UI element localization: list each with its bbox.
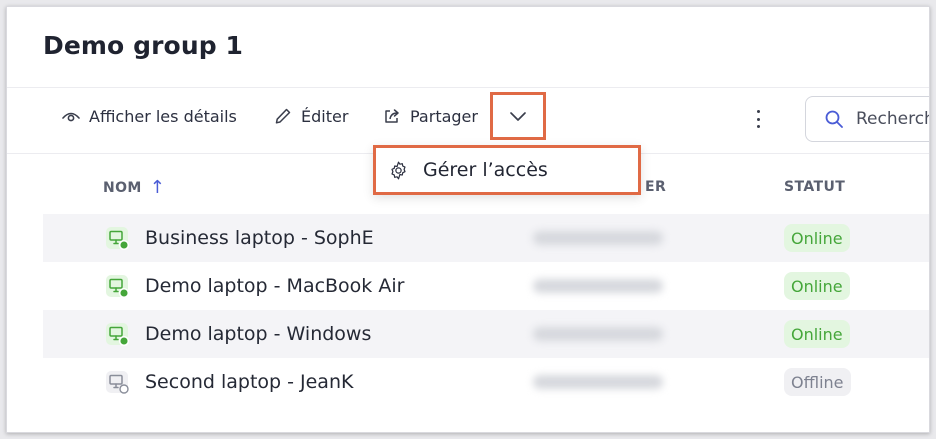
- status-badge: Online: [784, 320, 850, 348]
- show-details-button[interactable]: Afficher les détails: [61, 104, 237, 128]
- column-header-name-label: NOM: [103, 180, 142, 196]
- computer-status-icon: [106, 227, 129, 250]
- show-details-label: Afficher les détails: [89, 106, 237, 126]
- redacted-serial: [533, 327, 663, 341]
- column-header-status[interactable]: STATUT: [784, 179, 845, 195]
- sort-ascending-icon: ↑: [149, 177, 166, 198]
- search-input[interactable]: [856, 109, 929, 129]
- more-actions-dropdown-button[interactable]: [490, 92, 546, 140]
- device-name[interactable]: Demo laptop - MacBook Air: [145, 275, 404, 297]
- gear-icon: [391, 161, 406, 179]
- status-badge: Online: [784, 272, 850, 300]
- column-header-serial[interactable]: ER: [645, 179, 666, 195]
- device-name[interactable]: Second laptop - JeanK: [145, 371, 353, 393]
- eye-icon: [62, 112, 80, 122]
- status-badge: Offline: [784, 368, 851, 396]
- table-row[interactable]: Demo laptop - MacBook Air Online: [43, 262, 929, 310]
- device-name[interactable]: Business laptop - SophE: [145, 227, 374, 249]
- share-icon: [385, 109, 399, 123]
- redacted-serial: [533, 375, 663, 389]
- redacted-serial: [533, 279, 663, 293]
- kebab-dot: [756, 110, 760, 113]
- device-name[interactable]: Demo laptop - Windows: [145, 323, 371, 345]
- manage-access-menu-item[interactable]: Gérer l’accès: [373, 145, 641, 195]
- search-icon: [825, 110, 843, 128]
- table-row[interactable]: Second laptop - JeanK Offline: [43, 358, 929, 406]
- computer-status-icon: [106, 371, 129, 394]
- page-title: Demo group 1: [43, 31, 244, 60]
- pencil-icon: [275, 108, 291, 124]
- main-panel: Demo group 1 Afficher les détails Éditer…: [6, 6, 930, 433]
- redacted-serial: [533, 231, 663, 245]
- column-header-name[interactable]: NOM ↑: [103, 179, 165, 197]
- kebab-dot: [756, 125, 760, 128]
- manage-access-label: Gérer l’accès: [423, 159, 548, 181]
- kebab-menu-button[interactable]: [750, 109, 766, 129]
- computer-status-icon: [106, 275, 129, 298]
- edit-button[interactable]: Éditer: [273, 104, 348, 128]
- divider: [7, 87, 929, 88]
- table-row[interactable]: Business laptop - SophE Online: [43, 214, 929, 262]
- search-box[interactable]: [805, 96, 929, 142]
- status-badge: Online: [784, 224, 850, 252]
- chevron-down-icon: [510, 112, 526, 121]
- kebab-dot: [756, 117, 760, 121]
- table-row[interactable]: Demo laptop - Windows Online: [43, 310, 929, 358]
- share-button[interactable]: Partager: [382, 104, 478, 128]
- computer-status-icon: [106, 323, 129, 346]
- edit-label: Éditer: [301, 106, 349, 126]
- share-label: Partager: [410, 106, 478, 126]
